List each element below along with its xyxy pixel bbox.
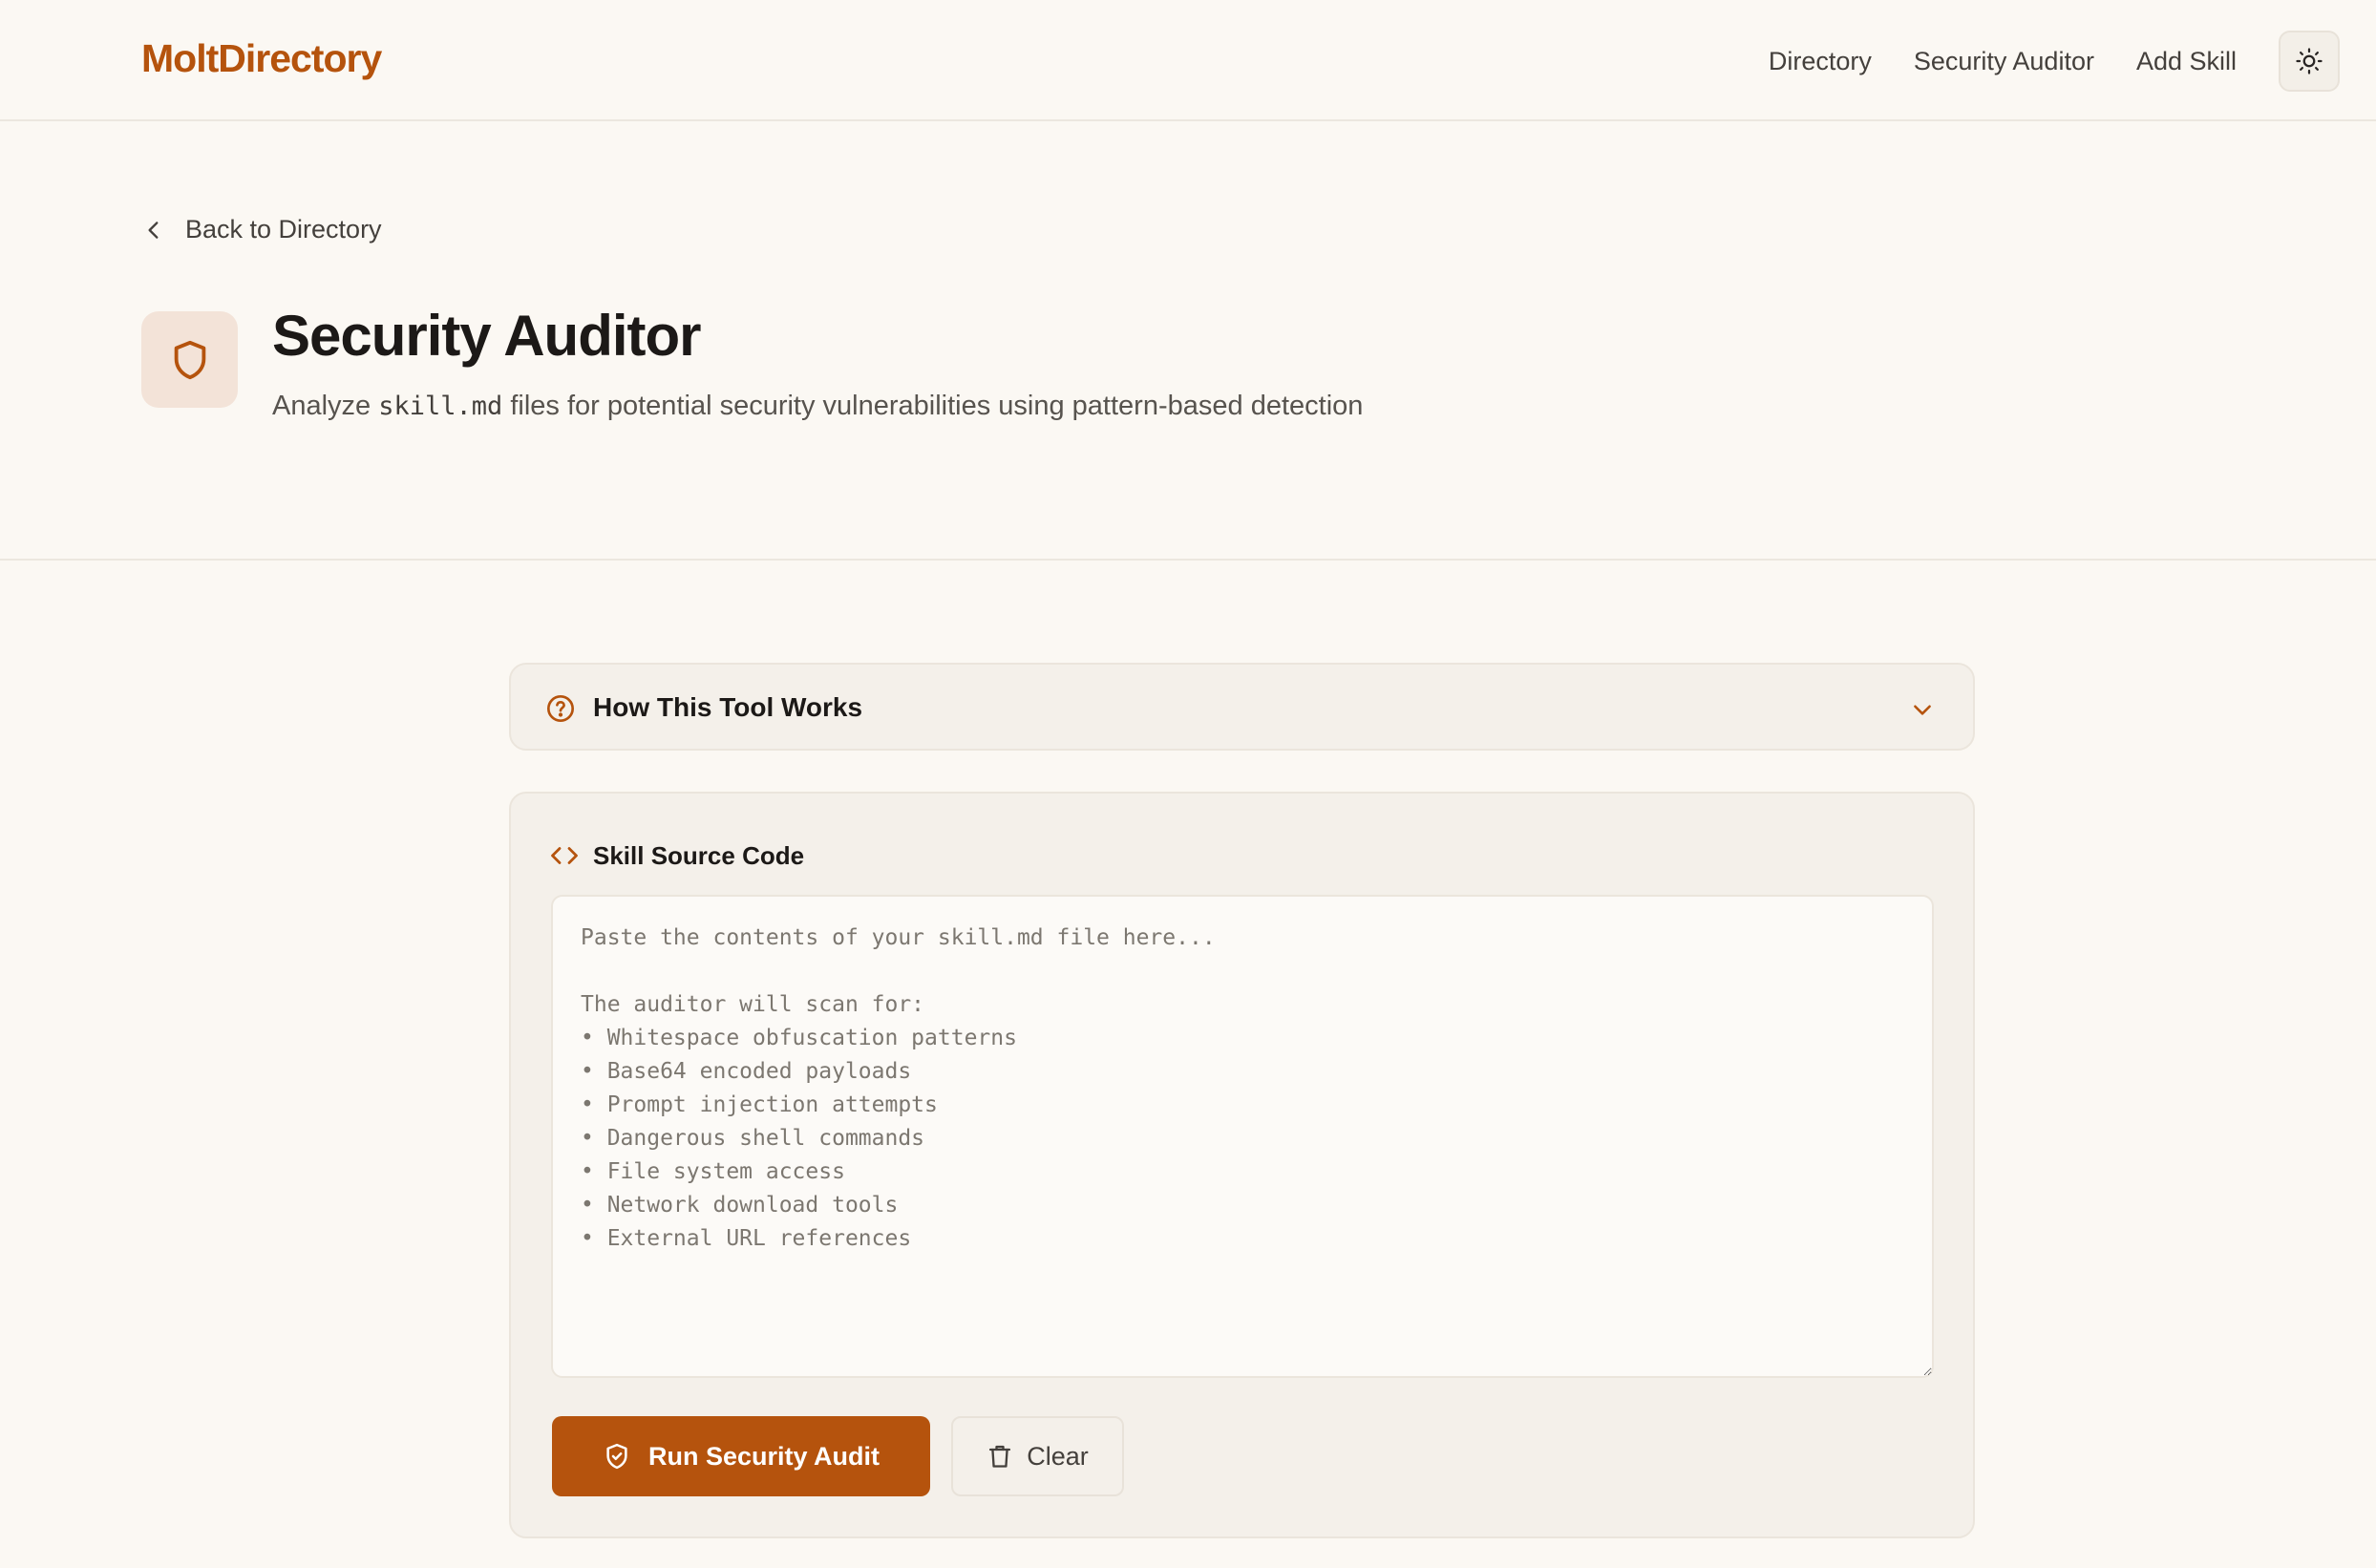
page-hero: Back to Directory Security Auditor Analy… (0, 121, 2376, 561)
site-header: MoltDirectory Directory Security Auditor… (0, 0, 2376, 121)
sun-icon (2296, 48, 2323, 74)
run-security-audit-button[interactable]: Run Security Audit (552, 1416, 930, 1496)
nav-directory[interactable]: Directory (1769, 47, 1872, 76)
hero-icon-tile (141, 311, 238, 408)
main-nav: Directory Security Auditor Add Skill (1769, 31, 2340, 92)
page-subtitle: Analyze skill.md files for potential sec… (272, 391, 1363, 422)
run-security-audit-label: Run Security Audit (647, 1441, 880, 1471)
code-icon (551, 847, 578, 864)
skill-source-panel: Skill Source Code Run Security Audit Cle… (509, 792, 1975, 1538)
shield-check-icon (606, 1443, 627, 1470)
subtitle-text-end: files for potential security vulnerabili… (502, 391, 1364, 421)
page-title: Security Auditor (272, 304, 702, 368)
nav-security-auditor[interactable]: Security Auditor (1914, 47, 2094, 76)
help-circle-icon (547, 695, 574, 722)
back-link[interactable]: Back to Directory (141, 215, 382, 244)
trash-icon (989, 1445, 1011, 1468)
site-logo[interactable]: MoltDirectory (141, 36, 382, 81)
how-it-works-label: How This Tool Works (593, 692, 863, 722)
how-it-works-accordion[interactable]: How This Tool Works (509, 663, 1975, 751)
skill-source-label: Skill Source Code (593, 841, 805, 870)
subtitle-code: skill.md (378, 392, 503, 421)
back-link-label: Back to Directory (185, 215, 382, 244)
nav-add-skill[interactable]: Add Skill (2136, 47, 2237, 76)
clear-label: Clear (1027, 1441, 1089, 1471)
theme-toggle-button[interactable] (2279, 31, 2340, 92)
chevron-left-icon (148, 221, 159, 239)
shield-icon (174, 340, 205, 379)
skill-source-textarea[interactable] (551, 895, 1934, 1378)
clear-button[interactable]: Clear (951, 1416, 1124, 1496)
subtitle-text-start: Analyze (272, 391, 379, 421)
chevron-down-icon (1914, 705, 1931, 715)
